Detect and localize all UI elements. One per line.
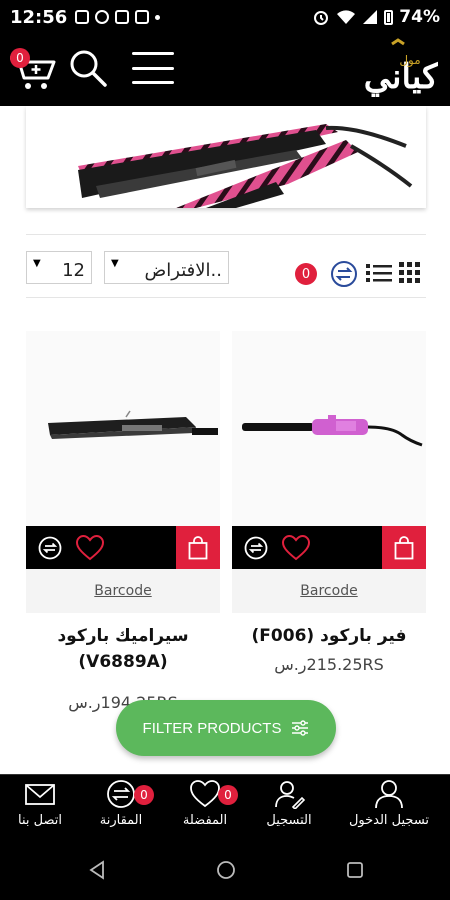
- product-name[interactable]: سيراميك باركود (V6889A): [26, 623, 220, 675]
- heart-icon[interactable]: [76, 535, 104, 561]
- nav-register-label: التسجيل: [266, 813, 312, 828]
- more-notifications-icon: [155, 14, 161, 20]
- per-page-value: 12: [62, 260, 85, 281]
- kayani-logo-icon: كياني مول: [364, 38, 439, 97]
- product-toolbar: ▼ 12 ▼ الافتراض.. 0: [26, 234, 426, 298]
- compare-icon[interactable]: [38, 536, 62, 560]
- product-banner[interactable]: [26, 106, 426, 208]
- nav-login[interactable]: تسجيل الدخول: [336, 779, 442, 839]
- signal-icon: [363, 10, 378, 24]
- user-icon: [375, 780, 403, 809]
- filter-button-label: FILTER PRODUCTS: [142, 719, 282, 737]
- wifi-icon: [337, 10, 356, 24]
- sliders-icon: [292, 720, 309, 736]
- search-icon: [70, 50, 107, 87]
- product-price: 215.25RSر.س: [274, 655, 384, 674]
- nav-wishlist-label: المفضلة: [182, 813, 228, 828]
- alarm-icon: [314, 11, 329, 25]
- hair-straightener-image: [78, 124, 413, 208]
- add-to-cart-button[interactable]: [382, 526, 426, 569]
- search-button[interactable]: [68, 48, 108, 88]
- product-actions: [26, 526, 220, 569]
- ceramic-straightener-image: [48, 410, 218, 439]
- sort-value: الافتراض..: [144, 260, 222, 281]
- list-view-icon[interactable]: [366, 262, 392, 284]
- compare-count-badge: 0: [295, 263, 317, 285]
- menu-line: [132, 52, 174, 55]
- menu-button[interactable]: [132, 52, 174, 84]
- back-icon[interactable]: [88, 860, 106, 880]
- menu-line: [132, 66, 174, 70]
- barcode-strip: Barcode: [26, 569, 220, 613]
- instagram-icon: [75, 10, 90, 24]
- register-icon: [275, 781, 305, 809]
- store-logo[interactable]: كياني مول: [364, 38, 439, 102]
- notification-icons: [75, 10, 161, 24]
- curling-iron-image: [242, 415, 423, 447]
- home-icon[interactable]: [216, 860, 236, 880]
- nav-register[interactable]: التسجيل: [254, 779, 324, 839]
- product-name[interactable]: فير باركود (F006): [232, 623, 426, 649]
- nav-login-label: تسجيل الدخول: [348, 813, 430, 828]
- barcode-link[interactable]: Barcode: [94, 583, 151, 599]
- nav-compare-badge: 0: [134, 785, 154, 805]
- grid-view-icon[interactable]: [399, 262, 421, 284]
- battery-icon: [384, 9, 394, 25]
- dropdown-arrow-icon: ▼: [33, 258, 41, 269]
- filter-products-button[interactable]: FILTER PRODUCTS: [116, 700, 336, 756]
- barcode-link[interactable]: Barcode: [300, 583, 357, 599]
- mail-icon: [25, 784, 55, 805]
- nav-contact[interactable]: اتصل بنا: [8, 779, 72, 839]
- battery-percent: 74%: [399, 7, 440, 27]
- b-app-icon: [95, 10, 110, 24]
- nav-contact-label: اتصل بنا: [18, 813, 62, 828]
- system-nav-bar: [0, 840, 450, 900]
- heart-icon[interactable]: [282, 535, 310, 561]
- nav-wishlist-badge: 0: [218, 785, 238, 805]
- shopping-bag-icon: [394, 535, 414, 559]
- status-bar: 12:56 74%: [0, 0, 450, 34]
- bottom-nav: اتصل بنا المقارنة 0 المفضلة 0 التسجيل تس…: [0, 774, 450, 840]
- recents-icon[interactable]: [346, 861, 364, 879]
- compare-icon[interactable]: [244, 536, 268, 560]
- product-image[interactable]: [232, 331, 426, 526]
- compare-icon: [107, 780, 135, 808]
- menu-line: [132, 81, 174, 84]
- main-content: ▼ 12 ▼ الافتراض.. 0 Barcode فير باركود (…: [0, 106, 450, 774]
- sort-select[interactable]: ▼ الافتراض..: [104, 251, 229, 284]
- cart-count-badge: 0: [10, 48, 30, 68]
- per-page-select[interactable]: ▼ 12: [26, 251, 92, 284]
- barcode-strip: Barcode: [232, 569, 426, 613]
- app-header: 0 كياني مول: [0, 34, 450, 106]
- status-time: 12:56: [10, 6, 68, 28]
- product-actions: [232, 526, 426, 569]
- heart-icon: [190, 780, 220, 808]
- news-icon: [135, 10, 150, 24]
- nav-compare-label: المقارنة: [99, 813, 143, 828]
- compare-toggle-icon[interactable]: [330, 260, 358, 288]
- cart-button[interactable]: 0: [8, 48, 58, 92]
- add-to-cart-button[interactable]: [176, 526, 220, 569]
- shopping-bag-icon: [188, 535, 208, 559]
- store-icon: [115, 10, 130, 24]
- dropdown-arrow-icon: ▼: [111, 258, 119, 269]
- product-image[interactable]: [26, 331, 220, 526]
- svg-text:مول: مول: [399, 53, 420, 68]
